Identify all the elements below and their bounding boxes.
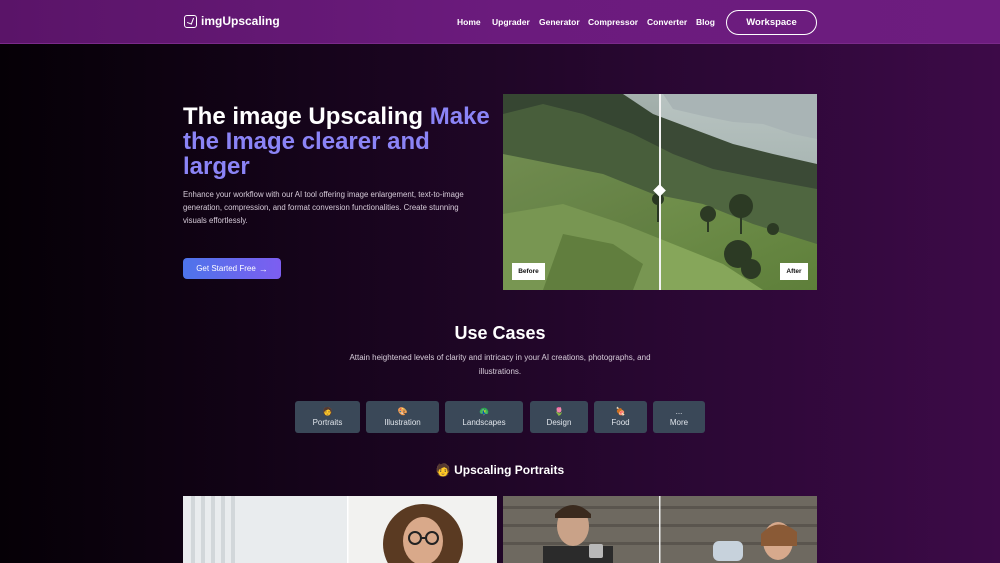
- category-food[interactable]: 🍖 Food: [594, 401, 647, 433]
- peacock-icon: 🦚: [479, 406, 489, 416]
- portrait-example-left: [183, 496, 497, 563]
- category-portraits[interactable]: 🧑 Portraits: [295, 401, 360, 433]
- category-landscapes[interactable]: 🦚 Landscapes: [445, 401, 523, 433]
- person-icon: 🧑: [322, 406, 333, 416]
- category-label: More: [669, 417, 689, 427]
- portrait-example-right: [503, 496, 817, 563]
- logo-text: imgUpscaling: [201, 14, 280, 28]
- ellipsis-icon: ...: [675, 406, 683, 416]
- meat-icon: 🍖: [615, 406, 626, 416]
- get-started-button[interactable]: Get Started Free →: [183, 258, 281, 279]
- use-cases-title: Use Cases: [454, 323, 546, 343]
- category-label: Food: [611, 417, 630, 427]
- hero-title-plain: The image Upscaling: [183, 103, 430, 130]
- palette-icon: 🎨: [397, 406, 408, 416]
- nav-link-generator[interactable]: Generator: [539, 17, 580, 27]
- category-illustration[interactable]: 🎨 Illustration: [366, 401, 439, 433]
- arrow-right-icon: →: [258, 263, 268, 274]
- upscaling-portraits-heading: 🧑 Upscaling Portraits: [435, 463, 565, 477]
- nav-link-blog[interactable]: Blog: [696, 17, 715, 27]
- nav-link-home[interactable]: Home: [457, 17, 481, 27]
- nav-link-upgrader[interactable]: Upgrader: [492, 17, 530, 27]
- hero-title: The image Upscaling Make the Image clear…: [183, 104, 498, 179]
- logo-icon: [184, 14, 197, 28]
- logo[interactable]: imgUpscaling: [184, 14, 280, 28]
- category-label: Portraits: [312, 417, 343, 427]
- category-label: Illustration: [384, 417, 421, 427]
- before-label: Before: [512, 263, 545, 280]
- after-label: After: [780, 263, 808, 280]
- nav-link-converter[interactable]: Converter: [647, 17, 687, 27]
- top-navbar: imgUpscaling Home Upgrader Generator Com…: [0, 0, 1000, 44]
- category-label: Design: [546, 417, 572, 427]
- category-more[interactable]: ... More: [653, 401, 705, 433]
- nav-link-compressor[interactable]: Compressor: [588, 17, 638, 27]
- category-label: Landscapes: [462, 417, 506, 427]
- hero-description: Enhance your workflow with our AI tool o…: [183, 190, 464, 225]
- portrait-woman-image: [183, 496, 497, 563]
- category-design[interactable]: 🌷 Design: [530, 401, 588, 433]
- portrait-couple-image: [503, 496, 817, 563]
- tulip-icon: 🌷: [554, 406, 564, 416]
- use-cases-description: Attain heightened levels of clarity and …: [349, 353, 651, 376]
- workspace-button[interactable]: Workspace: [726, 10, 817, 35]
- get-started-label: Get Started Free: [196, 264, 256, 273]
